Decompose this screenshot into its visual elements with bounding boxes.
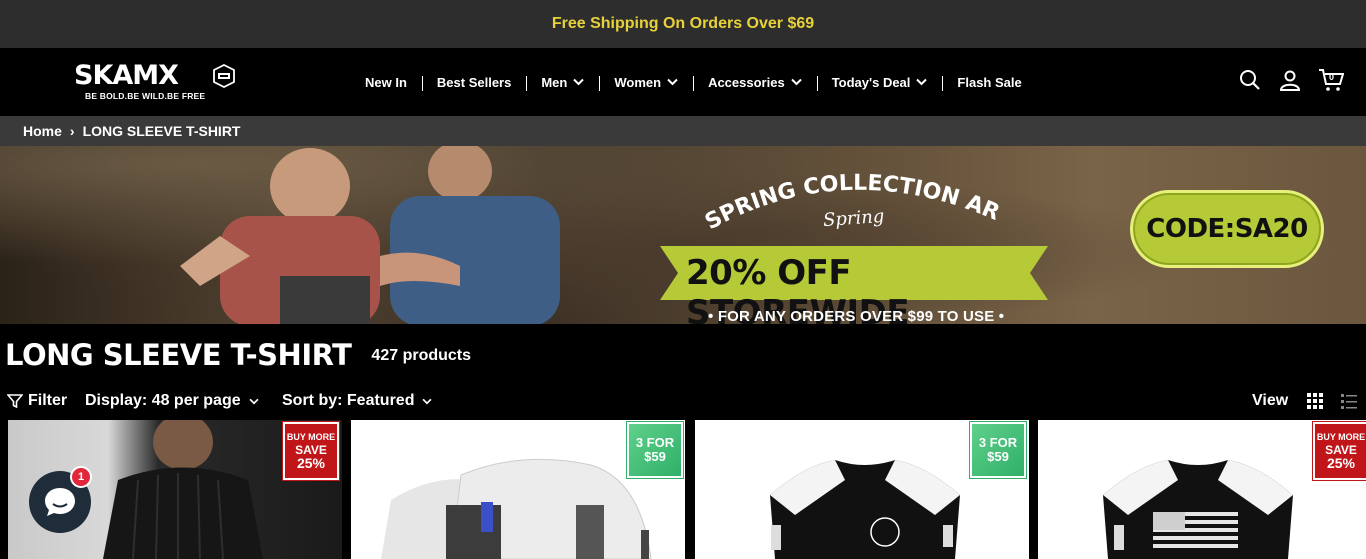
- badge-line: 3 FOR: [978, 434, 1018, 450]
- chevron-down-icon: [790, 78, 802, 86]
- sort-select[interactable]: Sort by: Featured: [282, 392, 433, 410]
- display-label: Display: 48 per page: [85, 392, 241, 409]
- display-per-page-select[interactable]: Display: 48 per page: [85, 392, 259, 410]
- header-actions: 0: [1238, 68, 1345, 92]
- nav-best-sellers[interactable]: Best Sellers: [421, 74, 526, 91]
- badge-line: $59: [987, 449, 1009, 464]
- collection-header: LONG SLEEVE T-SHIRT 427 products: [0, 324, 1366, 386]
- nav-label: New In: [365, 74, 407, 90]
- promo-badge: BUY MORE SAVE 25%: [1312, 421, 1366, 481]
- breadcrumb: Home › LONG SLEEVE T-SHIRT: [0, 116, 1366, 146]
- sort-label: Sort by: Featured: [282, 392, 415, 409]
- chevron-down-icon: [422, 398, 433, 404]
- cart-icon[interactable]: 0: [1318, 68, 1345, 92]
- nav-women[interactable]: Women: [599, 74, 693, 91]
- cart-count: 0: [1329, 72, 1335, 82]
- nav-accessories[interactable]: Accessories: [693, 74, 817, 91]
- breadcrumb-separator: ›: [69, 123, 75, 139]
- banner-promo: SPRING COLLECTION ARRIVES Spring 20% OFF…: [660, 160, 1080, 324]
- filter-button[interactable]: Filter: [7, 392, 67, 410]
- list-view-icon[interactable]: [1340, 392, 1358, 415]
- banner-script: Spring: [822, 205, 886, 232]
- promo-code: CODE:SA20: [1146, 214, 1308, 244]
- chevron-down-icon: [249, 398, 259, 404]
- banner-photo-couple: [180, 146, 560, 324]
- chevron-down-icon: [573, 78, 585, 86]
- badge-line: SAVE: [295, 442, 327, 457]
- announcement-bar: Free Shipping On Orders Over $69: [0, 0, 1366, 48]
- announcement-text: Free Shipping On Orders Over $69: [551, 15, 815, 32]
- nav-label: Best Sellers: [436, 74, 512, 90]
- badge-line: BUY MORE: [1316, 431, 1366, 442]
- product-count: 427 products: [371, 347, 472, 364]
- promo-code-badge: CODE:SA20: [1130, 190, 1324, 268]
- brand-logo[interactable]: SKAMX BE BOLD.BE WILD.BE FREE: [74, 62, 244, 102]
- nav-label: Women: [614, 74, 662, 90]
- chat-bubble-icon: [45, 488, 75, 516]
- brand-tagline: BE BOLD.BE WILD.BE FREE: [85, 91, 206, 101]
- chat-unread-badge: 1: [70, 466, 92, 488]
- product-card[interactable]: 3 FOR $59: [695, 420, 1029, 559]
- brand-name: SKAMX: [74, 60, 179, 91]
- view-label: View: [1252, 392, 1289, 409]
- banner-note: • FOR ANY ORDERS OVER $99 TO USE •: [708, 308, 1005, 324]
- chevron-down-icon: [916, 78, 928, 86]
- nav-label: Men: [541, 74, 568, 90]
- filter-icon: [7, 394, 23, 409]
- nav-new-in[interactable]: New In: [350, 75, 422, 90]
- user-icon[interactable]: [1278, 68, 1302, 92]
- collection-toolbar: Filter Display: 48 per page Sort by: Fea…: [0, 386, 1366, 420]
- search-icon[interactable]: [1238, 68, 1262, 92]
- nav-label: Today's Deal: [831, 74, 911, 90]
- promo-badge: BUY MORE SAVE 25%: [282, 421, 340, 481]
- breadcrumb-home-link[interactable]: Home: [23, 123, 62, 139]
- badge-line: 25%: [1326, 454, 1356, 471]
- badge-line: $59: [644, 449, 666, 464]
- promo-banner[interactable]: SPRING COLLECTION ARRIVES Spring 20% OFF…: [0, 146, 1366, 324]
- product-card[interactable]: BUY MORE SAVE 25%: [1038, 420, 1366, 559]
- badge-line: 3 FOR: [635, 434, 675, 450]
- grid-view-icon[interactable]: [1306, 392, 1324, 415]
- nav-men[interactable]: Men: [526, 74, 599, 91]
- promo-badge: 3 FOR $59: [969, 421, 1027, 479]
- nav-label: Flash Sale: [957, 74, 1022, 90]
- promo-badge: 3 FOR $59: [626, 421, 684, 479]
- main-nav: New In Best Sellers Men Women Accessorie…: [350, 48, 1037, 116]
- nav-label: Accessories: [708, 74, 785, 90]
- site-header: SKAMX BE BOLD.BE WILD.BE FREE New In Bes…: [0, 48, 1366, 116]
- breadcrumb-current: LONG SLEEVE T-SHIRT: [82, 123, 241, 139]
- chevron-down-icon: [667, 78, 678, 86]
- filter-label: Filter: [28, 392, 68, 409]
- product-card[interactable]: 3 FOR $59: [351, 420, 685, 559]
- page-title: LONG SLEEVE T-SHIRT: [5, 338, 352, 372]
- nav-todays-deal[interactable]: Today's Deal: [816, 74, 943, 91]
- badge-line: BUY MORE: [286, 431, 336, 442]
- badge-line: 25%: [296, 454, 326, 471]
- logo-badge-icon: [213, 64, 235, 88]
- badge-line: SAVE: [1325, 442, 1357, 457]
- nav-flash-sale[interactable]: Flash Sale: [942, 74, 1036, 91]
- product-grid: BUY MORE SAVE 25% 3 FOR $59 3 FOR $59 BU…: [0, 420, 1366, 559]
